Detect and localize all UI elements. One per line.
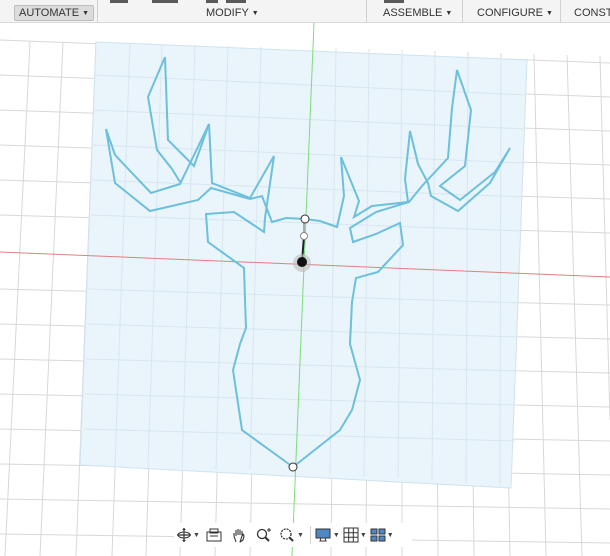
- viewports-icon: [370, 528, 386, 542]
- caret-down-icon: ▼: [359, 531, 367, 539]
- pan-button[interactable]: [228, 524, 250, 546]
- toolbar-separator: [97, 0, 98, 22]
- toolbar-icon-fragment: [384, 0, 404, 3]
- assemble-label: ASSEMBLE: [383, 7, 443, 19]
- sketch-point[interactable]: [288, 462, 298, 472]
- caret-down-icon: ▼: [82, 10, 90, 17]
- origin-point[interactable]: [297, 257, 307, 267]
- toolbar-separator: [560, 0, 561, 22]
- display-settings-icon: [315, 528, 331, 542]
- orbit-button[interactable]: ▼: [176, 524, 200, 546]
- sketch-point[interactable]: [300, 232, 308, 240]
- toolbar-separator: [462, 0, 463, 22]
- caret-down-icon: ▼: [193, 531, 200, 539]
- modify-menu[interactable]: MODIFY ▼: [206, 6, 259, 20]
- viewport-svg[interactable]: [0, 23, 610, 556]
- caret-down-icon: ▼: [445, 10, 453, 17]
- configure-label: CONFIGURE: [477, 7, 543, 19]
- assemble-menu[interactable]: ASSEMBLE ▼: [383, 6, 452, 20]
- sketch-point[interactable]: [300, 214, 310, 224]
- look-at-icon: [206, 528, 222, 542]
- display-settings-button[interactable]: ▼: [314, 524, 340, 546]
- caret-down-icon: ▼: [251, 10, 259, 17]
- caret-down-icon: ▼: [386, 531, 394, 539]
- toolbar-icon-fragment: [206, 0, 218, 3]
- construct-menu[interactable]: CONST: [574, 6, 610, 20]
- fit-button[interactable]: ▼: [278, 524, 304, 546]
- automate-label: AUTOMATE: [19, 7, 80, 19]
- toolbar-separator: [366, 0, 367, 22]
- orbit-icon: [177, 528, 191, 542]
- grid-settings-icon: [343, 527, 359, 543]
- zoom-icon: [256, 528, 271, 542]
- pan-icon: [233, 529, 245, 543]
- fit-icon: [280, 528, 294, 542]
- automate-menu[interactable]: AUTOMATE ▼: [14, 5, 95, 21]
- navbar-separator: [309, 526, 311, 544]
- navigation-bar: ▼ ▼ ▼ ▼ ▼: [174, 523, 412, 547]
- caret-down-icon: ▼: [296, 531, 304, 539]
- zoom-button[interactable]: [253, 524, 275, 546]
- top-toolbar: AUTOMATE ▼ MODIFY ▼ ASSEMBLE ▼ CONFIGURE ▼ C…: [0, 0, 610, 23]
- modify-label: MODIFY: [206, 7, 249, 19]
- viewport-canvas[interactable]: [0, 23, 610, 556]
- caret-down-icon: ▼: [546, 10, 553, 17]
- grid-settings-button[interactable]: ▼: [343, 524, 367, 546]
- viewports-button[interactable]: ▼: [370, 524, 394, 546]
- toolbar-icon-fragment: [110, 0, 128, 3]
- toolbar-icon-fragment: [152, 0, 178, 3]
- caret-down-icon: ▼: [332, 531, 340, 539]
- construct-label: CONST: [574, 7, 610, 19]
- look-at-button[interactable]: [203, 524, 225, 546]
- toolbar-icon-fragment: [226, 0, 246, 3]
- configure-menu[interactable]: CONFIGURE ▼: [477, 6, 553, 20]
